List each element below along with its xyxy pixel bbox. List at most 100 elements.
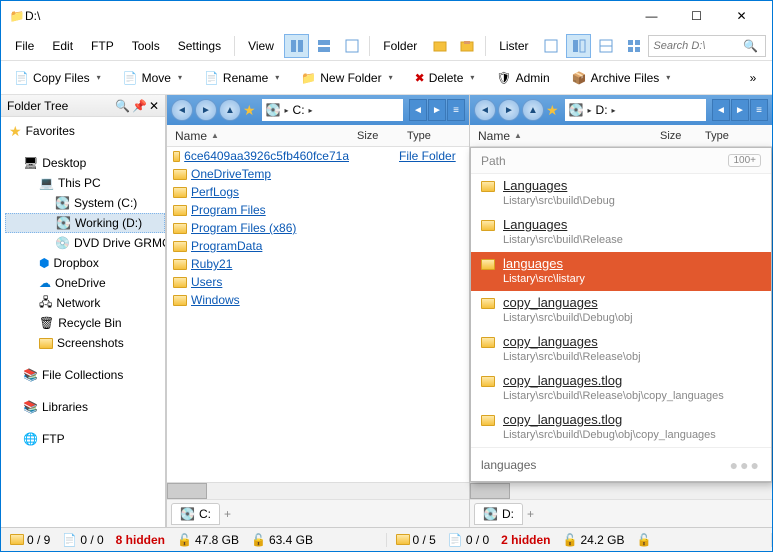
up-button[interactable]: ▲ — [522, 99, 544, 121]
search-box[interactable]: 🔍 — [648, 35, 766, 57]
search-result-row[interactable]: copy_languages.tlogListary\src\build\Deb… — [471, 408, 771, 447]
view-mode-3-icon[interactable] — [339, 34, 364, 58]
menu-ftp[interactable]: FTP — [83, 35, 122, 57]
tree-desktop[interactable]: 🖥Desktop — [5, 153, 165, 173]
file-row[interactable]: 6ce6409aa3926c5fb460fce71aFile Folder — [167, 147, 469, 165]
up-button[interactable]: ▲ — [219, 99, 241, 121]
menu-settings[interactable]: Settings — [170, 35, 229, 57]
search-result-row[interactable]: languagesListary\src\listary — [471, 252, 771, 291]
left-column-header[interactable]: Name▲ Size Type — [167, 125, 469, 147]
file-row[interactable]: Ruby21 — [167, 255, 469, 273]
right-tab[interactable]: 💽D: — [474, 503, 523, 525]
tree-thispc[interactable]: 💻This PC — [5, 173, 165, 193]
result-path: Listary\src\build\Debug\obj — [503, 312, 633, 324]
favorite-icon[interactable]: ★ — [243, 102, 256, 119]
search-result-row[interactable]: LanguagesListary\src\build\Debug — [471, 174, 771, 213]
search-result-row[interactable]: copy_languagesListary\src\build\Release\… — [471, 330, 771, 369]
tree-onedrive[interactable]: ☁OneDrive — [5, 273, 165, 293]
view-mode-1-icon[interactable] — [284, 34, 309, 58]
menu-view[interactable]: View — [240, 35, 282, 57]
right-nav-prev-icon[interactable]: ◄ — [712, 99, 730, 121]
left-file-list[interactable]: 6ce6409aa3926c5fb460fce71aFile FolderOne… — [167, 147, 469, 482]
new-folder-button[interactable]: 📁New Folder▾ — [294, 65, 399, 91]
toolbar-overflow-icon[interactable]: » — [740, 66, 766, 90]
lister-icon-2[interactable] — [566, 34, 591, 58]
tree-network[interactable]: 🖧Network — [5, 293, 165, 313]
right-scrollbar[interactable] — [470, 482, 772, 499]
right-column-header[interactable]: Name▲ Size Type — [470, 125, 772, 147]
tree-screenshots[interactable]: Screenshots — [5, 333, 165, 353]
file-row[interactable]: OneDriveTemp — [167, 165, 469, 183]
folder-icon-1[interactable] — [427, 34, 452, 58]
forward-button[interactable]: ► — [195, 99, 217, 121]
search-result-row[interactable]: copy_languages.tlogListary\src\build\Rel… — [471, 369, 771, 408]
menu-tools[interactable]: Tools — [124, 35, 168, 57]
tree-system-c[interactable]: 💽System (C:) — [5, 193, 165, 213]
popup-more-icon[interactable]: ●●● — [730, 457, 761, 473]
folder-tree[interactable]: ★Favorites 🖥Desktop 💻This PC 💽System (C:… — [1, 117, 165, 527]
menu-file[interactable]: File — [7, 35, 42, 57]
left-scrollbar[interactable] — [167, 482, 469, 499]
lister-icon-4[interactable] — [621, 34, 646, 58]
file-name: ProgramData — [191, 239, 262, 253]
file-name: 6ce6409aa3926c5fb460fce71a — [184, 149, 349, 163]
tree-ftp[interactable]: 🌐FTP — [5, 429, 165, 449]
search-icon[interactable]: 🔍 — [743, 39, 758, 53]
left-tab[interactable]: 💽C: — [171, 503, 220, 525]
file-row[interactable]: ProgramData — [167, 237, 469, 255]
left-breadcrumb[interactable]: 💽▸C:▸ — [262, 99, 403, 121]
file-row[interactable]: Windows — [167, 291, 469, 309]
left-nav-next-icon[interactable]: ► — [428, 99, 446, 121]
search-result-row[interactable]: copy_languagesListary\src\build\Debug\ob… — [471, 291, 771, 330]
add-tab-icon[interactable]: + — [224, 507, 231, 521]
favorite-icon[interactable]: ★ — [546, 102, 559, 119]
archive-files-button[interactable]: 📦Archive Files▾ — [565, 65, 678, 91]
menu-edit[interactable]: Edit — [44, 35, 81, 57]
col-name: Name▲ — [167, 129, 349, 143]
forward-button[interactable]: ► — [498, 99, 520, 121]
copy-files-button[interactable]: 📄Copy Files▾ — [7, 65, 108, 91]
tree-search-icon[interactable]: 🔍 — [115, 99, 130, 113]
right-pane: ◄ ► ▲ ★ 💽▸D:▸ ◄ ► ≡ Name▲ Size Type code… — [469, 95, 772, 527]
search-input[interactable] — [653, 40, 743, 52]
tree-dvd[interactable]: 💿DVD Drive GRMCUL — [5, 233, 165, 253]
rename-button[interactable]: 📄Rename▾ — [197, 65, 286, 91]
back-button[interactable]: ◄ — [474, 99, 496, 121]
tree-favorites[interactable]: ★Favorites — [5, 121, 165, 141]
tree-libraries[interactable]: 📚Libraries — [5, 397, 165, 417]
tree-pin-icon[interactable]: 📌 — [132, 99, 147, 113]
tree-file-collections[interactable]: 📚File Collections — [5, 365, 165, 385]
search-result-row[interactable]: LanguagesListary\src\build\Release — [471, 213, 771, 252]
tree-close-icon[interactable]: ✕ — [149, 99, 159, 113]
back-button[interactable]: ◄ — [171, 99, 193, 121]
admin-button[interactable]: 🛡Admin — [489, 65, 556, 91]
file-row[interactable]: Program Files (x86) — [167, 219, 469, 237]
maximize-button[interactable]: ☐ — [674, 2, 719, 30]
delete-button[interactable]: ✖Delete▾ — [408, 65, 482, 91]
folder-icon — [481, 415, 495, 426]
left-nav-prev-icon[interactable]: ◄ — [409, 99, 427, 121]
right-nav-menu-icon[interactable]: ≡ — [750, 99, 768, 121]
folder-tree-sidebar: Folder Tree 🔍 📌 ✕ ★Favorites 🖥Desktop 💻T… — [1, 95, 166, 527]
popup-search-field[interactable]: languages ●●● — [471, 447, 771, 481]
move-button[interactable]: 📄Move▾ — [116, 65, 189, 91]
view-mode-2-icon[interactable] — [311, 34, 336, 58]
lister-icon-1[interactable] — [539, 34, 564, 58]
right-nav-next-icon[interactable]: ► — [731, 99, 749, 121]
close-button[interactable]: ✕ — [719, 2, 764, 30]
add-tab-icon[interactable]: + — [527, 507, 534, 521]
file-row[interactable]: Users — [167, 273, 469, 291]
menu-folder[interactable]: Folder — [375, 35, 425, 57]
file-row[interactable]: Program Files — [167, 201, 469, 219]
folder-icon-2[interactable] — [455, 34, 480, 58]
menu-lister[interactable]: Lister — [491, 35, 536, 57]
tree-working-d[interactable]: 💽Working (D:) — [5, 213, 165, 233]
tree-dropbox[interactable]: ⬢Dropbox — [5, 253, 165, 273]
tree-recycle[interactable]: 🗑Recycle Bin — [5, 313, 165, 333]
window-title: D:\ — [25, 9, 629, 23]
minimize-button[interactable]: — — [629, 2, 674, 30]
right-breadcrumb[interactable]: 💽▸D:▸ — [565, 99, 706, 121]
left-nav-menu-icon[interactable]: ≡ — [447, 99, 465, 121]
lister-icon-3[interactable] — [593, 34, 618, 58]
file-row[interactable]: PerfLogs — [167, 183, 469, 201]
